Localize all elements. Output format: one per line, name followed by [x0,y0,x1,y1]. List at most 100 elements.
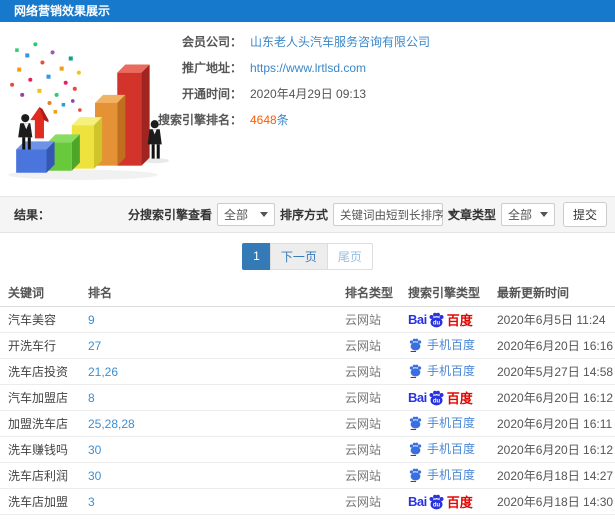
engine-rank-label: 搜索引擎排名： [157,113,242,127]
open-time-row: 开通时间： 2020年4月29日 09:13 [60,88,430,100]
engine-cell: 手机百度 [408,336,497,355]
open-time-label: 开通时间： [181,87,242,101]
rank-type-cell: 云网站 [345,417,382,431]
rank-count: 4648 [250,113,277,127]
pagination: 1 下一页 尾页 [0,233,615,279]
engine-cell: Bai du 百度 [408,388,497,407]
mobile-baidu-text: 手机百度 [427,468,476,483]
engine-cell: 手机百度 [408,440,497,459]
rank-link[interactable]: 27 [88,339,345,353]
rank-type-cell: 云网站 [345,313,382,327]
engine-cell: 手机百度 [408,466,497,485]
chevron-down-icon [539,212,548,217]
mobile-baidu-paw-icon [409,442,422,456]
updated-cell: 2020年6月20日 16:11 [497,417,613,431]
mobile-baidu-logo: 手机百度 [408,362,475,379]
next-page-button[interactable]: 下一页 [269,242,328,270]
updated-cell: 2020年6月18日 14:27 [497,469,614,483]
result-label: 结果： [14,208,51,222]
svg-text:du: du [433,398,441,404]
table-row: 洗车赚钱吗 30 云网站 手机百度 2020年6月20日 16:12 [0,437,615,463]
sort-select[interactable]: 关键词由短到长排序 [332,203,457,226]
engine-filter-label: 分搜索引擎查看 [127,208,212,222]
sort-select-value: 关键词由短到长排序 [339,209,444,222]
updated-cell: 2020年5月27日 14:58 [497,365,614,379]
rank-link[interactable]: 8 [88,391,345,405]
results-table: 关键词 排名 排名类型 搜索引擎类型 最新更新时间 汽车美容 9 云网站 Bai [0,279,615,515]
updated-cell: 2020年6月18日 14:30 [497,495,614,509]
mobile-baidu-text: 手机百度 [427,338,476,353]
promo-url-label: 推广地址： [181,61,242,75]
table-header-row: 关键词 排名 排名类型 搜索引擎类型 最新更新时间 [0,279,615,307]
mobile-baidu-paw-icon [409,338,422,352]
engine-select[interactable]: 全部 [216,203,275,226]
updated-cell: 2020年6月5日 11:24 [497,313,606,327]
engine-cell: 手机百度 [408,362,497,381]
chevron-down-icon [259,212,268,217]
page: 网络营销效果展示 会员公司： 山东老人头汽车服务咨询有限公司 推广地址： htt… [0,0,615,520]
rank-link[interactable]: 9 [88,313,345,327]
mobile-baidu-paw-icon [409,468,422,482]
keyword-cell: 加盟洗车店 [8,417,69,431]
rank-type-cell: 云网站 [345,443,382,457]
article-type-select-value: 全部 [507,208,532,222]
mobile-baidu-text: 手机百度 [427,416,476,431]
member-company-link[interactable]: 山东老人头汽车服务咨询有限公司 [250,36,430,48]
header-rank: 排名 [88,286,113,300]
rank-link[interactable]: 25,28,28 [88,417,345,431]
baidu-pc-logo: Bai du 百度 [408,492,473,511]
rank-link[interactable]: 30 [88,469,345,483]
updated-cell: 2020年6月20日 16:16 [497,339,614,353]
mobile-baidu-logo: 手机百度 [408,336,475,353]
article-type-select[interactable]: 全部 [500,203,555,226]
mobile-baidu-paw-icon [409,364,422,378]
table-row: 加盟洗车店 25,28,28 云网站 手机百度 2020年6月20日 16:11 [0,411,615,437]
rank-type-cell: 云网站 [345,469,382,483]
rank-type-cell: 云网站 [345,339,382,353]
page-title: 网络营销效果展示 [14,4,111,18]
header-engine-type: 搜索引擎类型 [408,286,481,300]
baidu-paw-icon: du [428,494,445,510]
table-row: 开洗车行 27 云网站 手机百度 2020年6月20日 16:16 [0,333,615,359]
open-time-value: 2020年4月29日 09:13 [250,87,367,101]
filter-bar: 结果： 分搜索引擎查看 全部 排序方式 关键词由短到长排序 文章类型 全部 提交 [0,196,615,233]
mobile-baidu-text: 手机百度 [427,442,476,457]
table-row: 汽车加盟店 8 云网站 Bai du 百度 2020年6月20日 16:12 [0,385,615,411]
baidu-cn-text: 百度 [446,313,473,328]
table-row: 汽车美容 9 云网站 Bai du 百度 2020年6月5日 11:24 [0,307,615,333]
filter-controls: 分搜索引擎查看 全部 排序方式 关键词由短到长排序 文章类型 全部 提交 [128,202,607,227]
mobile-baidu-logo: 手机百度 [408,414,475,431]
mobile-baidu-logo: 手机百度 [408,440,475,457]
keyword-cell: 开洗车行 [8,339,57,353]
baidu-pc-logo: Bai du 百度 [408,310,473,329]
engine-cell: Bai du 百度 [408,310,497,329]
baidu-cn-text: 百度 [446,495,473,510]
member-company-row: 会员公司： 山东老人头汽车服务咨询有限公司 [60,36,430,48]
baidu-pc-logo: Bai du 百度 [408,388,473,407]
header-updated: 最新更新时间 [497,286,570,300]
promo-url-row: 推广地址： https://www.lrtlsd.com [60,62,430,74]
engine-cell: 手机百度 [408,414,497,433]
baidu-logo-text: Bai [408,494,427,509]
keyword-cell: 洗车赚钱吗 [8,443,69,457]
submit-button[interactable]: 提交 [562,202,607,227]
company-info: 会员公司： 山东老人头汽车服务咨询有限公司 推广地址： https://www.… [60,36,430,126]
updated-cell: 2020年6月20日 16:12 [497,391,614,405]
last-page-button[interactable]: 尾页 [326,242,373,270]
rank-link[interactable]: 21,26 [88,365,345,379]
rank-link[interactable]: 3 [88,495,345,509]
keyword-cell: 洗车店加盟 [8,495,69,509]
rank-type-cell: 云网站 [345,391,382,405]
baidu-logo-text: Bai [408,312,427,327]
promo-url-link[interactable]: https://www.lrtlsd.com [250,62,366,74]
engine-rank-row: 搜索引擎排名： 4648条 [60,114,430,126]
keyword-cell: 洗车店投资 [8,365,69,379]
keyword-cell: 汽车美容 [8,313,57,327]
baidu-cn-text: 百度 [446,391,473,406]
engine-rank-count-link[interactable]: 4648条 [250,114,289,126]
table-row: 洗车店利润 30 云网站 手机百度 2020年6月18日 14:27 [0,463,615,489]
keyword-cell: 洗车店利润 [8,469,69,483]
rank-link[interactable]: 30 [88,443,345,457]
article-type-label: 文章类型 [447,208,496,222]
page-button-1[interactable]: 1 [242,242,271,270]
